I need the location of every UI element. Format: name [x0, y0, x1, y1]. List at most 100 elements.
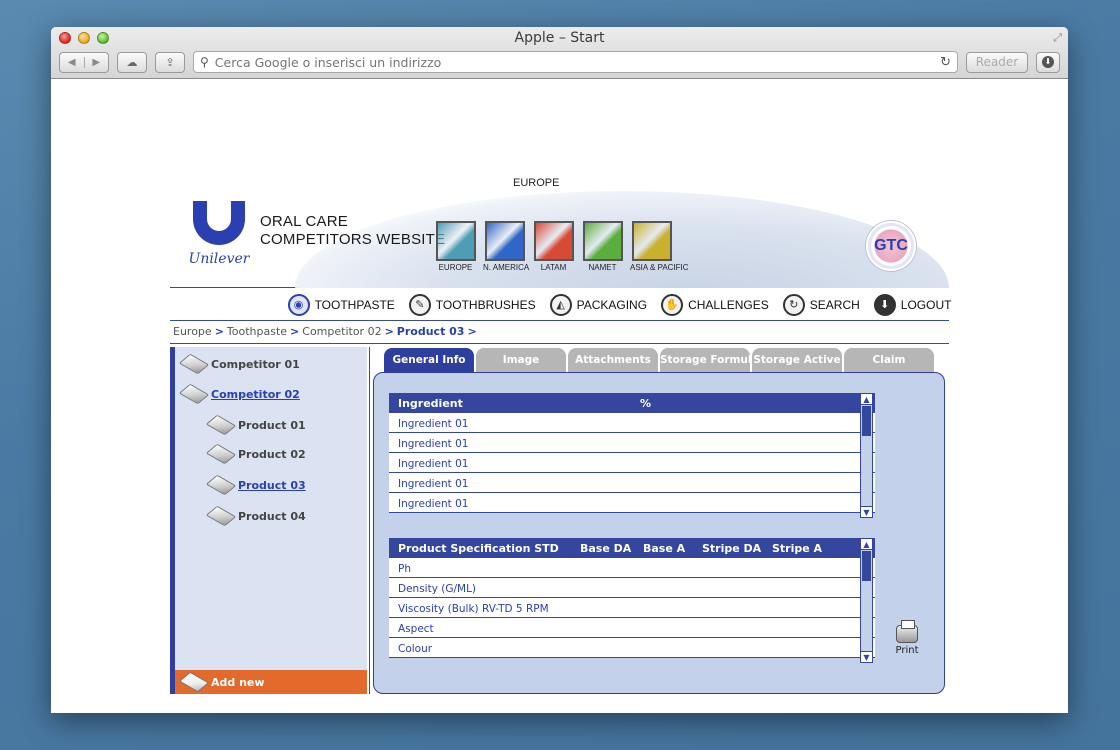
table-row[interactable]: Ingredient 01 — [389, 433, 875, 453]
column-header-base-a: Base A — [643, 541, 686, 555]
book-icon — [178, 383, 210, 405]
ingredients-scrollbar[interactable]: ▲ ▼ — [860, 393, 873, 518]
url-input[interactable] — [214, 54, 941, 70]
table-row[interactable]: Ingredient 01 — [389, 413, 875, 433]
scroll-down-icon[interactable]: ▼ — [861, 651, 872, 662]
unilever-logo[interactable]: Unilever — [184, 201, 254, 281]
column-header-ingredient: Ingredient — [398, 396, 463, 410]
europe-map-icon — [435, 221, 476, 261]
downloads-button[interactable]: ⬇ — [1036, 51, 1060, 73]
region-selector: EUROPE N. AMERICA LATAM NAMET ASIA & PAC… — [434, 221, 689, 272]
toothbrush-icon: ✎ — [408, 293, 431, 316]
browser-chrome: Apple – Start ⤢ ◀ ▶ ☁ ⇪ ⚲ ↻ Reader ⬇ — [51, 27, 1068, 79]
sidebar-item-product-02[interactable]: Product 02 — [205, 443, 306, 465]
book-icon — [205, 443, 237, 465]
sidebar-item-product-01[interactable]: Product 01 — [205, 414, 306, 436]
tab-storage-active[interactable]: Storage Active — [752, 348, 842, 372]
share-icon: ⇪ — [165, 55, 175, 69]
asia-pacific-map-icon — [631, 221, 672, 261]
column-header-stripe-da: Stripe DA — [702, 541, 762, 555]
search-icon: ↻ — [782, 293, 805, 316]
nav-label: TOOTHPASTE — [314, 297, 395, 312]
sidebar-item-product-04[interactable]: Product 04 — [205, 505, 306, 527]
spec-scrollbar[interactable]: ▲ ▼ — [860, 538, 873, 663]
tab-claim[interactable]: Claim — [844, 348, 934, 372]
breadcrumb-item[interactable]: Europe — [173, 325, 212, 338]
table-row[interactable]: Viscosity (Bulk) RV-TD 5 RPM — [389, 598, 875, 618]
tab-image[interactable]: Image — [476, 348, 566, 372]
breadcrumb-item[interactable]: Toothpaste — [227, 325, 287, 338]
logout-icon: ⬇ — [873, 293, 896, 316]
gtc-logo: GTC — [866, 221, 916, 271]
table-row[interactable]: Ingredient 01 — [389, 493, 875, 513]
table-row[interactable]: Ingredient 01 — [389, 473, 875, 493]
breadcrumb-separator: > — [384, 325, 394, 338]
nav-label: SEARCH — [809, 297, 860, 312]
scroll-thumb[interactable] — [862, 551, 871, 581]
table-row[interactable]: Colour — [389, 638, 875, 658]
nav-label: CHALLENGES — [688, 297, 769, 312]
region-europe[interactable]: EUROPE — [434, 221, 477, 272]
nav-logout[interactable]: ⬇ LOGOUT — [873, 293, 952, 316]
column-header-base-da: Base DA — [580, 541, 632, 555]
table-row[interactable]: Aspect — [389, 618, 875, 638]
site-title-line1: ORAL CARE — [260, 213, 348, 230]
print-button[interactable]: Print — [889, 620, 925, 656]
scroll-up-icon[interactable]: ▲ — [861, 394, 872, 405]
icloud-tabs-button[interactable]: ☁ — [117, 51, 147, 73]
scroll-down-icon[interactable]: ▼ — [861, 506, 872, 517]
scroll-up-icon[interactable]: ▲ — [861, 539, 872, 550]
sidebar-item-product-03[interactable]: Product 03 — [205, 474, 306, 496]
add-new-button[interactable]: Add new — [175, 670, 367, 694]
general-info-panel: Ingredient % Ingredient 01 Ingredient 01… — [373, 372, 945, 694]
back-button[interactable]: ◀ — [60, 56, 85, 68]
reload-icon[interactable]: ↻ — [940, 55, 951, 70]
forward-button[interactable]: ▶ — [85, 57, 109, 68]
sidebar-item-competitor-02[interactable]: Competitor 02 — [178, 383, 300, 405]
address-bar[interactable]: ⚲ ↻ — [193, 51, 958, 73]
nav-label: LOGOUT — [900, 297, 952, 312]
table-header: Product Specification STD Base DA Base A… — [389, 538, 875, 558]
tab-bar: General Info Image Attachments Storage F… — [384, 348, 934, 372]
web-page: EUROPE Unilever ORAL CARE COMPETITORS WE… — [51, 79, 1068, 713]
region-namet[interactable]: NAMET — [581, 221, 624, 272]
book-icon — [205, 414, 237, 436]
region-north-america[interactable]: N. AMERICA — [483, 221, 529, 272]
namet-map-icon — [582, 221, 623, 261]
packaging-icon: ◭ — [549, 293, 572, 316]
breadcrumb-current: Product 03 — [396, 325, 465, 338]
browser-window: Apple – Start ⤢ ◀ ▶ ☁ ⇪ ⚲ ↻ Reader ⬇ — [51, 27, 1068, 713]
tab-storage-formula[interactable]: Storage Formula — [660, 348, 750, 372]
site-title-line2: COMPETITORS WEBSITE — [260, 231, 446, 248]
reader-button[interactable]: Reader — [966, 51, 1028, 73]
site-header: Unilever ORAL CARE COMPETITORS WEBSITE E… — [170, 191, 949, 288]
tab-general-info[interactable]: General Info — [384, 348, 474, 372]
back-forward-group: ◀ ▶ — [59, 51, 109, 73]
sidebar: Competitor 01 Competitor 02 Product 01 P… — [170, 347, 367, 694]
scroll-thumb[interactable] — [862, 406, 871, 436]
share-button[interactable]: ⇪ — [155, 51, 185, 73]
north-america-map-icon — [484, 221, 525, 261]
nav-search[interactable]: ↻ SEARCH — [782, 293, 860, 316]
breadcrumb-item[interactable]: Competitor 02 — [302, 325, 381, 338]
nav-label: PACKAGING — [576, 297, 648, 312]
book-icon — [205, 474, 237, 496]
nav-packaging[interactable]: ◭ PACKAGING — [549, 293, 648, 316]
table-row[interactable]: Density (G/ML) — [389, 578, 875, 598]
table-row[interactable]: Ph — [389, 558, 875, 578]
nav-toothbrushes[interactable]: ✎ TOOTHBRUSHES — [408, 293, 536, 316]
region-asia-pacific[interactable]: ASIA & PACIFIC — [630, 221, 689, 272]
ingredients-table: Ingredient % Ingredient 01 Ingredient 01… — [389, 393, 875, 513]
browser-toolbar: ◀ ▶ ☁ ⇪ ⚲ ↻ Reader ⬇ — [59, 51, 1060, 73]
nav-toothpaste[interactable]: ◉ TOOTHPASTE — [287, 293, 395, 316]
region-latam[interactable]: LATAM — [532, 221, 575, 272]
divider — [170, 343, 949, 344]
sidebar-item-competitor-01[interactable]: Competitor 01 — [178, 353, 300, 375]
nav-challenges[interactable]: ✋ CHALLENGES — [661, 293, 769, 316]
fullscreen-icon[interactable]: ⤢ — [1053, 31, 1062, 45]
column-header-stripe-a: Stripe A — [772, 541, 823, 555]
table-row[interactable]: Ingredient 01 — [389, 453, 875, 473]
tab-attachments[interactable]: Attachments — [568, 348, 658, 372]
table-header: Ingredient % — [389, 393, 875, 413]
book-icon — [178, 671, 210, 693]
